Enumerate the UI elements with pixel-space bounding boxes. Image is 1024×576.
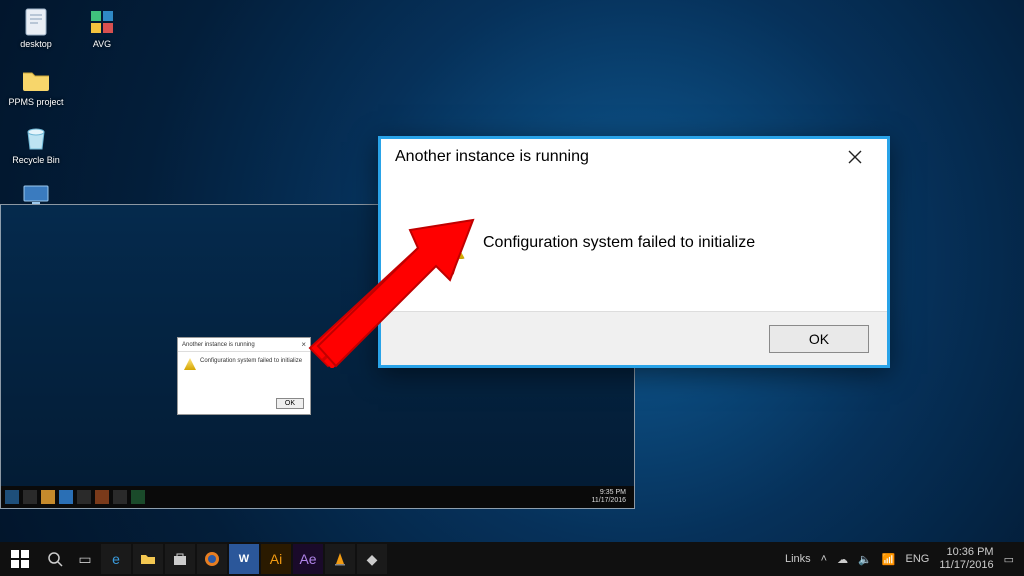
desktop-icon-avg[interactable]: AVG xyxy=(72,6,132,50)
ok-button[interactable]: OK xyxy=(769,325,869,353)
desktop-icon-label: PPMS project xyxy=(8,98,63,108)
language-indicator[interactable]: ENG xyxy=(906,553,930,565)
close-button[interactable] xyxy=(833,142,877,172)
desktop-icon-label: desktop xyxy=(20,40,52,50)
taskbar: ▭ e W Ai Ae ◆ Links ˄ ☁ 🔈 📶 ENG 10:36 PM… xyxy=(0,542,1024,576)
chevron-up-icon[interactable]: ˄ xyxy=(821,553,827,565)
nested-task-icon[interactable] xyxy=(113,490,127,504)
desktop-icon-desktop[interactable]: desktop xyxy=(6,6,66,50)
folder-icon xyxy=(20,64,52,96)
taskbar-app-explorer[interactable] xyxy=(133,544,163,574)
onedrive-icon[interactable]: ☁ xyxy=(837,553,848,566)
desktop-icons-column: desktop PPMS project Recycle Bin This PC xyxy=(6,6,66,224)
nested-task-icon[interactable] xyxy=(23,490,37,504)
nested-task-icon[interactable] xyxy=(131,490,145,504)
warning-icon: ! xyxy=(425,223,465,263)
nested-taskbar: 9:35 PM 11/17/2016 xyxy=(1,486,634,508)
network-icon[interactable]: 📶 xyxy=(882,553,896,566)
recycle-bin-icon xyxy=(20,122,52,154)
nested-task-icon[interactable] xyxy=(59,490,73,504)
nested-clock-time: 9:35 PM xyxy=(591,489,626,497)
nested-task-icon[interactable] xyxy=(77,490,91,504)
clock-time: 10:36 PM xyxy=(939,546,993,559)
taskbar-clock[interactable]: 10:36 PM 11/17/2016 xyxy=(939,546,993,571)
taskbar-app-word[interactable]: W xyxy=(229,544,259,574)
nested-clock: 9:35 PM 11/17/2016 xyxy=(591,489,630,504)
taskbar-app-illustrator[interactable]: Ai xyxy=(261,544,291,574)
nested-start-button[interactable] xyxy=(5,490,19,504)
taskbar-app-generic[interactable]: ◆ xyxy=(357,544,387,574)
nested-clock-date: 11/17/2016 xyxy=(591,497,626,505)
nested-task-icon[interactable] xyxy=(41,490,55,504)
nested-error-dialog: Another instance is running × Configurat… xyxy=(177,337,311,415)
close-icon xyxy=(848,150,862,164)
taskbar-app-firefox[interactable] xyxy=(197,544,227,574)
tray-links-label[interactable]: Links xyxy=(785,553,811,565)
error-dialog: Another instance is running ! Configurat… xyxy=(378,136,890,368)
generic-file-icon xyxy=(20,6,52,38)
notifications-icon[interactable]: ▭ xyxy=(1004,553,1014,566)
desktop-icon-recyclebin[interactable]: Recycle Bin xyxy=(6,122,66,166)
windows-logo-icon xyxy=(11,550,29,568)
dialog-titlebar[interactable]: Another instance is running xyxy=(381,139,887,175)
dialog-title: Another instance is running xyxy=(395,148,589,166)
desktop-icon-label: AVG xyxy=(93,40,111,50)
system-tray: Links ˄ ☁ 🔈 📶 ENG 10:36 PM 11/17/2016 ▭ xyxy=(785,546,1024,571)
warning-icon xyxy=(184,358,196,370)
volume-icon[interactable]: 🔈 xyxy=(858,553,872,566)
avg-icon xyxy=(86,6,118,38)
nested-dialog-title: Another instance is running xyxy=(182,342,255,348)
nested-dialog-body: Configuration system failed to initializ… xyxy=(178,352,310,370)
taskbar-app-vlc[interactable] xyxy=(325,544,355,574)
close-icon[interactable]: × xyxy=(301,340,306,349)
taskbar-app-edge[interactable]: e xyxy=(101,544,131,574)
start-button[interactable] xyxy=(0,542,40,576)
desktop-icon-ppms[interactable]: PPMS project xyxy=(6,64,66,108)
task-view-icon[interactable]: ▭ xyxy=(70,544,100,574)
desktop-icons-column-2: AVG xyxy=(72,6,132,50)
nested-dialog-message: Configuration system failed to initializ… xyxy=(200,358,302,364)
nested-dialog-titlebar: Another instance is running × xyxy=(178,338,310,352)
taskbar-app-store[interactable] xyxy=(165,544,195,574)
dialog-message: Configuration system failed to initializ… xyxy=(483,234,755,252)
nested-task-icon[interactable] xyxy=(95,490,109,504)
clock-date: 11/17/2016 xyxy=(939,559,993,572)
taskbar-app-aftereffects[interactable]: Ae xyxy=(293,544,323,574)
nested-dialog-buttons: OK xyxy=(276,392,304,410)
desktop-icon-label: Recycle Bin xyxy=(12,156,60,166)
dialog-button-row: OK xyxy=(381,311,887,365)
dialog-content: ! Configuration system failed to initial… xyxy=(381,175,887,311)
search-icon[interactable] xyxy=(40,544,70,574)
ok-button[interactable]: OK xyxy=(276,398,304,409)
